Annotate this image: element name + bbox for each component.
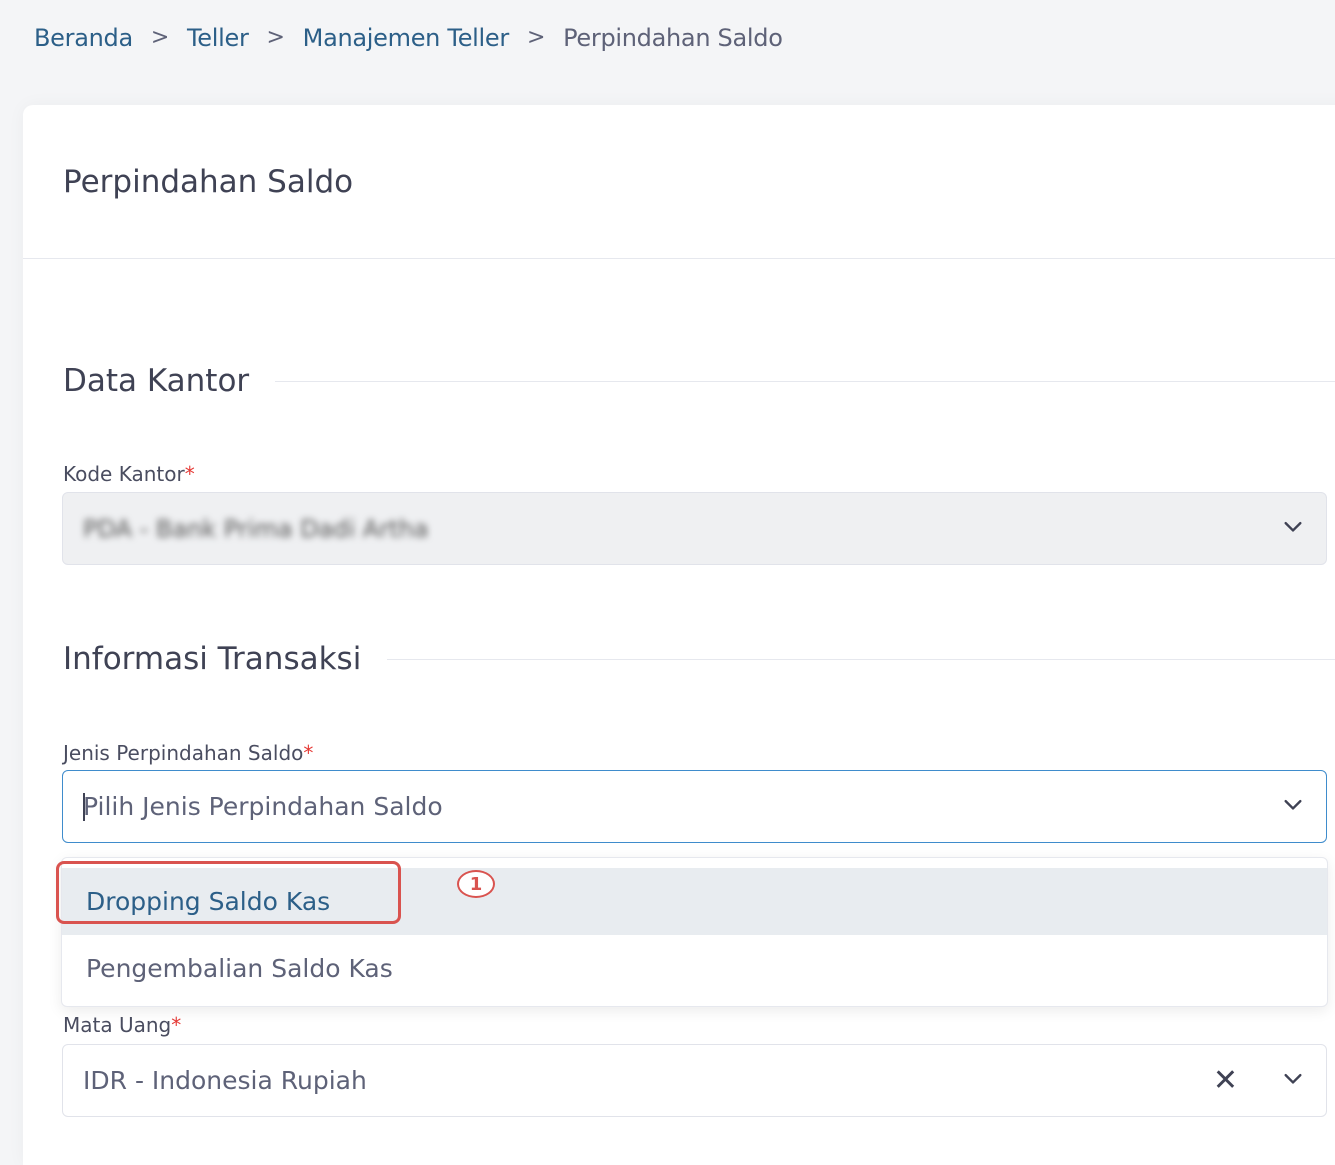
mata-uang-select[interactable]: IDR - Indonesia Rupiah ✕ xyxy=(62,1044,1327,1117)
jenis-perpindahan-placeholder: Pilih Jenis Perpindahan Saldo xyxy=(83,792,443,821)
option-pengembalian-saldo-kas[interactable]: Pengembalian Saldo Kas xyxy=(62,935,1327,1002)
section-data-kantor: Data Kantor xyxy=(63,363,1335,399)
required-marker: * xyxy=(184,462,195,486)
kode-kantor-select[interactable]: PDA - Bank Prima Dadi Artha xyxy=(62,492,1327,565)
card-header: Perpindahan Saldo xyxy=(23,105,1335,259)
section-divider xyxy=(275,380,1335,382)
mata-uang-value: IDR - Indonesia Rupiah xyxy=(83,1066,367,1095)
annotation-step-badge: 1 xyxy=(457,870,495,898)
breadcrumb-beranda[interactable]: Beranda xyxy=(34,24,133,52)
required-marker: * xyxy=(171,1013,182,1037)
section-informasi-transaksi: Informasi Transaksi xyxy=(63,641,1335,677)
section-title-informasi-transaksi: Informasi Transaksi xyxy=(63,641,362,677)
close-icon[interactable]: ✕ xyxy=(1213,1065,1238,1096)
required-marker: * xyxy=(303,741,314,765)
breadcrumb-separator-icon: > xyxy=(150,24,169,50)
jenis-perpindahan-label: Jenis Perpindahan Saldo* xyxy=(63,741,314,765)
jenis-perpindahan-select[interactable]: Pilih Jenis Perpindahan Saldo xyxy=(62,770,1327,843)
annotation-highlight-box xyxy=(56,861,401,924)
breadcrumb-separator-icon: > xyxy=(266,24,285,50)
kode-kantor-value: PDA - Bank Prima Dadi Artha xyxy=(83,514,429,543)
mata-uang-label: Mata Uang* xyxy=(63,1013,182,1037)
form-card: Perpindahan Saldo Data Kantor Kode Kanto… xyxy=(23,105,1335,1165)
page-title: Perpindahan Saldo xyxy=(63,163,354,200)
breadcrumb-separator-icon: > xyxy=(526,24,546,50)
chevron-down-icon[interactable] xyxy=(1282,1067,1304,1089)
chevron-down-icon[interactable] xyxy=(1282,793,1304,815)
breadcrumb: Beranda > Teller > Manajemen Teller > Pe… xyxy=(34,24,783,52)
kode-kantor-label: Kode Kantor* xyxy=(63,462,195,486)
section-title-data-kantor: Data Kantor xyxy=(63,363,250,399)
section-divider xyxy=(387,658,1335,660)
breadcrumb-current: Perpindahan Saldo xyxy=(563,24,783,52)
breadcrumb-teller[interactable]: Teller xyxy=(187,24,249,52)
breadcrumb-manajemen-teller[interactable]: Manajemen Teller xyxy=(303,24,510,52)
chevron-down-icon[interactable] xyxy=(1282,515,1304,537)
